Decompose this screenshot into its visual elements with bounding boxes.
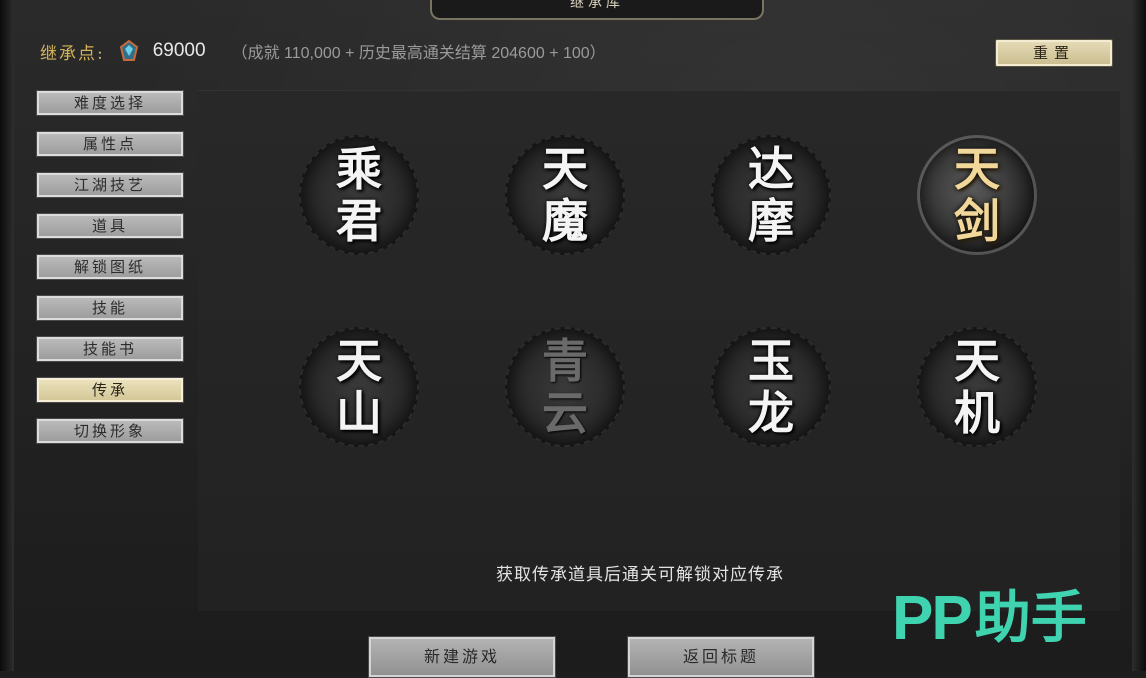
points-detail: （成就 110,000 + 历史最高通关结算 204600 + 100） xyxy=(231,45,606,62)
medal-label: 青 云 xyxy=(500,322,630,452)
medal-glyph-bottom: 机 xyxy=(954,386,1000,440)
sidebar-menu: 难度选择 属性点 江湖技艺 道具 解锁图纸 技能 技能书 传承 切换形象 xyxy=(36,90,184,459)
inheritance-medal-chengjun[interactable]: 乘 君 xyxy=(294,130,424,260)
medal-label: 达 摩 xyxy=(706,130,836,260)
medal-glyph-top: 玉 xyxy=(748,334,794,388)
medal-label: 天 剑 xyxy=(912,130,1042,260)
inheritance-medal-qingyun[interactable]: 青 云 xyxy=(500,322,630,452)
right-frame xyxy=(1132,0,1146,671)
reset-button[interactable]: 重置 xyxy=(995,39,1113,67)
sidebar-item-difficulty[interactable]: 难度选择 xyxy=(36,90,184,116)
sidebar-item-attributes[interactable]: 属性点 xyxy=(36,131,184,157)
inheritance-medal-tianshan[interactable]: 天 山 xyxy=(294,322,424,452)
medal-glyph-top: 乘 xyxy=(336,142,382,196)
medal-glyph-bottom: 摩 xyxy=(748,194,794,248)
medal-label: 乘 君 xyxy=(294,130,424,260)
inheritance-medal-yulong[interactable]: 玉 龙 xyxy=(706,322,836,452)
medal-label: 天 机 xyxy=(912,322,1042,452)
medal-glyph-bottom: 魔 xyxy=(542,194,588,248)
sidebar-item-inheritance[interactable]: 传承 xyxy=(36,377,184,403)
inheritance-medal-tianmo[interactable]: 天 魔 xyxy=(500,130,630,260)
unlock-hint: 获取传承道具后通关可解锁对应传承 xyxy=(496,565,784,585)
medal-glyph-top: 天 xyxy=(954,142,1000,196)
points-label: 继承点: xyxy=(40,43,105,64)
sidebar-item-skills[interactable]: 技能 xyxy=(36,295,184,321)
sidebar-item-blueprints[interactable]: 解锁图纸 xyxy=(36,254,184,280)
medal-glyph-bottom: 君 xyxy=(336,194,382,248)
medal-glyph-top: 天 xyxy=(542,142,588,196)
medal-label: 天 魔 xyxy=(500,130,630,260)
window-title: 继承库 xyxy=(430,0,764,20)
sidebar-item-change-appearance[interactable]: 切换形象 xyxy=(36,418,184,444)
sidebar-item-jianghu-skills[interactable]: 江湖技艺 xyxy=(36,172,184,198)
medal-glyph-bottom: 山 xyxy=(336,386,382,440)
sidebar-item-items[interactable]: 道具 xyxy=(36,213,184,239)
medal-glyph-bottom: 云 xyxy=(542,386,588,440)
medal-glyph-top: 青 xyxy=(542,334,588,388)
inheritance-medal-tianji[interactable]: 天 机 xyxy=(912,322,1042,452)
return-title-button[interactable]: 返回标题 xyxy=(627,636,815,678)
medal-glyph-top: 天 xyxy=(954,334,1000,388)
medal-label: 玉 龙 xyxy=(706,322,836,452)
watermark-pp: PP xyxy=(892,584,973,653)
sidebar-item-skill-books[interactable]: 技能书 xyxy=(36,336,184,362)
left-frame xyxy=(0,0,14,671)
watermark-cn: 助手 xyxy=(974,586,1087,651)
pp-assistant-watermark: PP 助手 xyxy=(892,586,1087,652)
gem-icon xyxy=(119,40,138,61)
medal-label: 天 山 xyxy=(294,322,424,452)
medal-glyph-top: 达 xyxy=(748,142,794,196)
inheritance-medal-damo[interactable]: 达 摩 xyxy=(706,130,836,260)
medal-glyph-top: 天 xyxy=(336,334,382,388)
points-header: 继承点: 69000 （成就 110,000 + 历史最高通关结算 204600… xyxy=(40,38,606,64)
medal-glyph-bottom: 剑 xyxy=(954,194,1000,248)
inheritance-medal-tianjian[interactable]: 天 剑 xyxy=(912,130,1042,260)
points-value: 69000 xyxy=(152,40,206,61)
new-game-button[interactable]: 新建游戏 xyxy=(368,636,556,678)
medal-glyph-bottom: 龙 xyxy=(748,386,794,440)
